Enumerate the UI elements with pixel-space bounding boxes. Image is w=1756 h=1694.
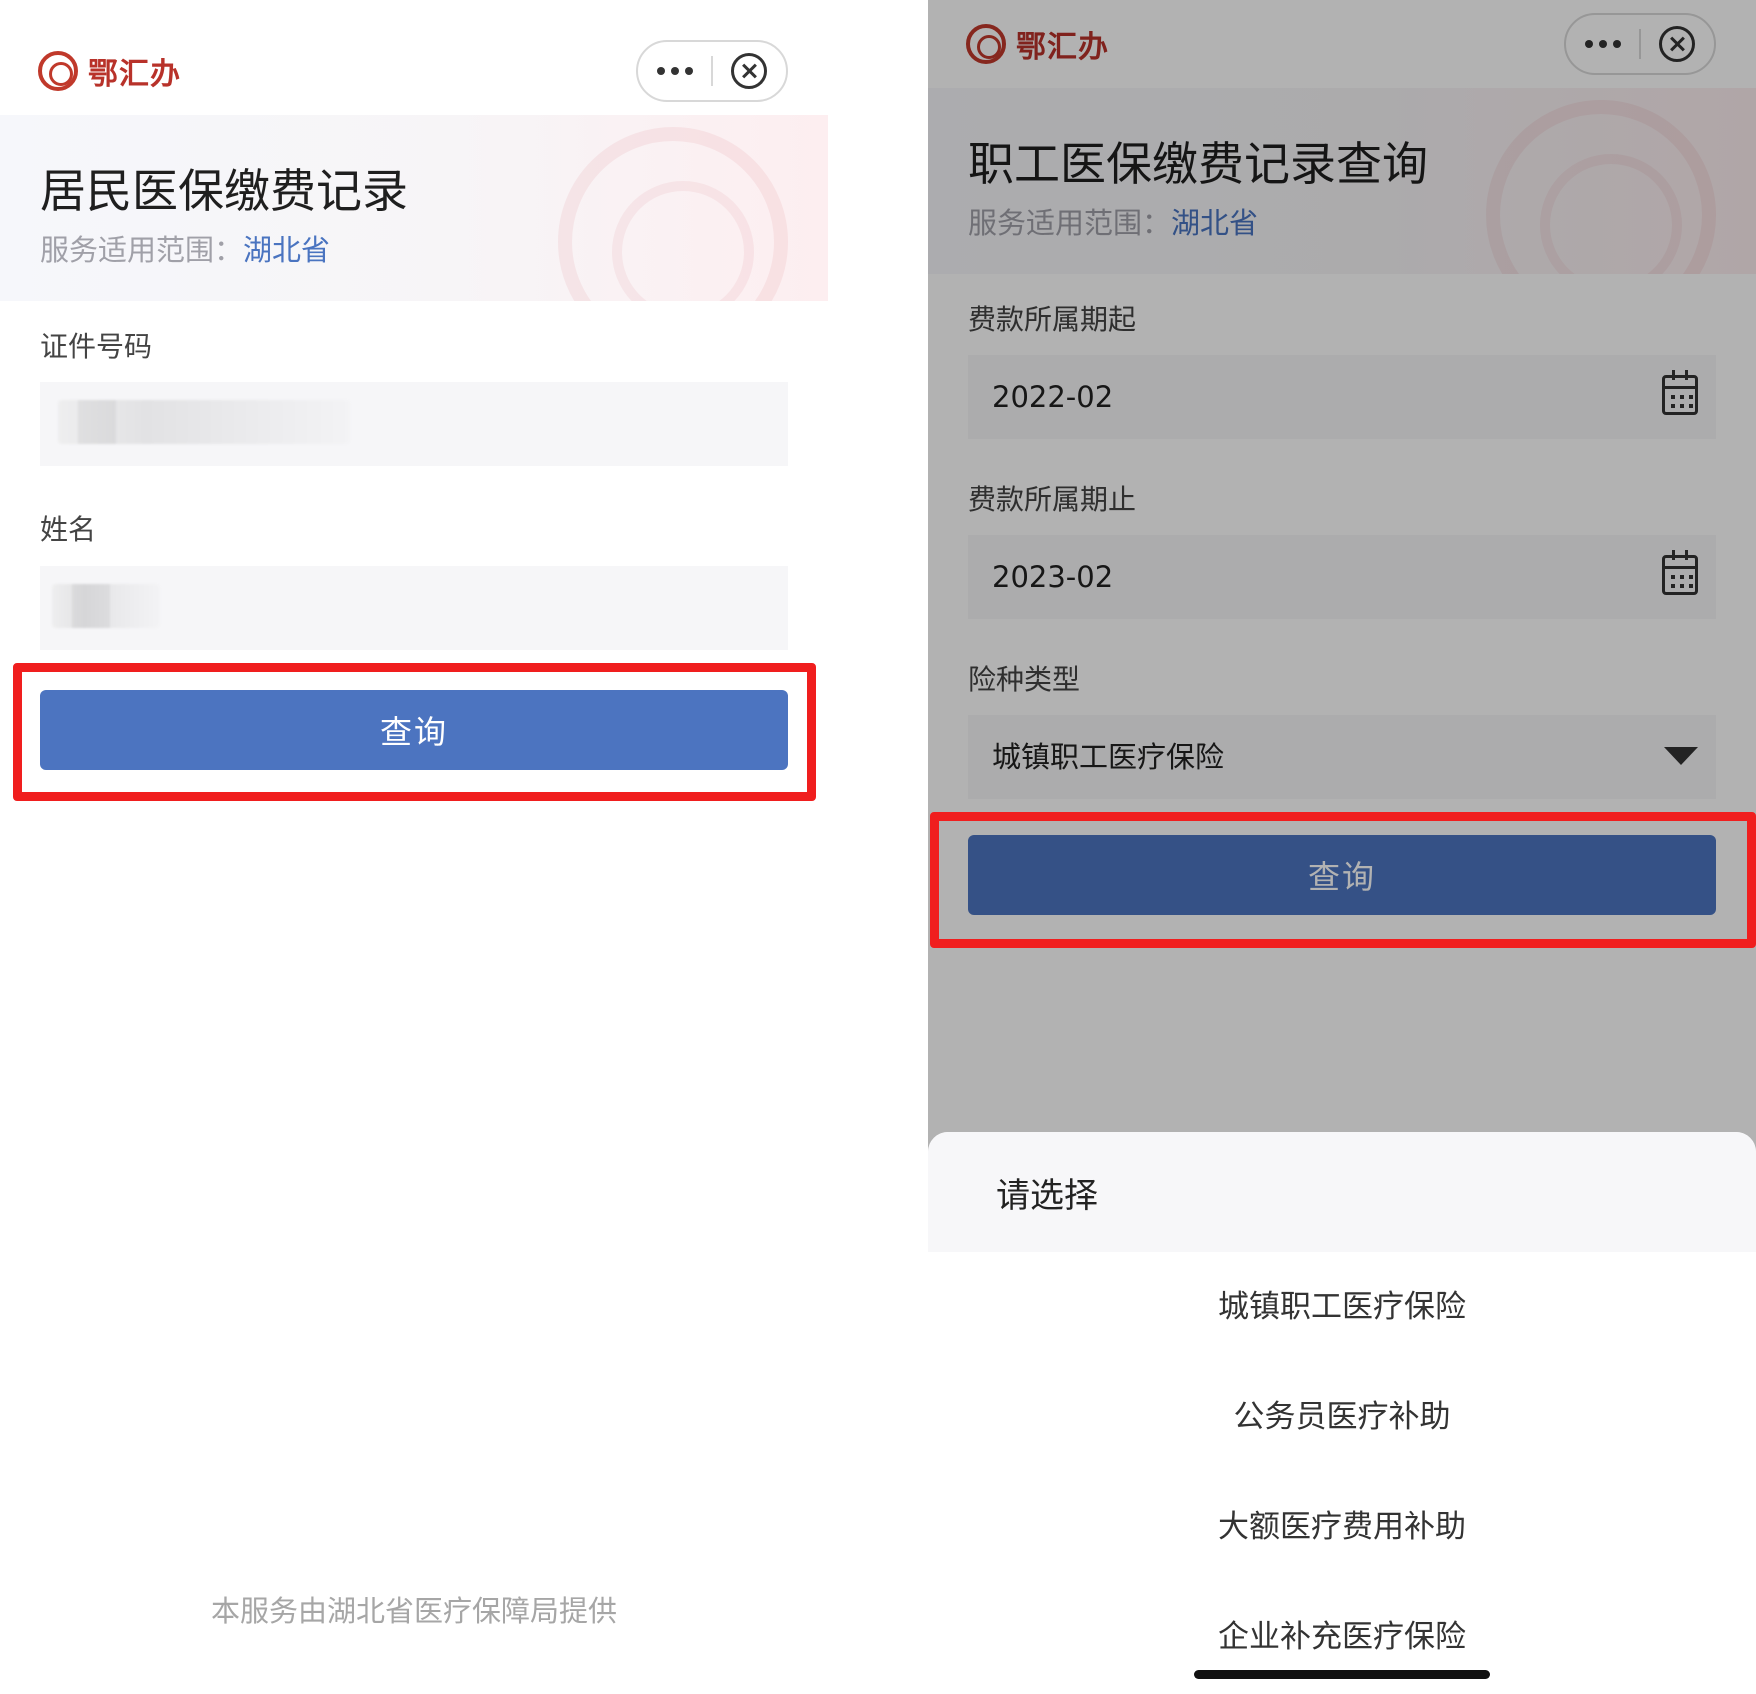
home-indicator[interactable]	[1194, 1670, 1490, 1679]
title-banner: 居民医保缴费记录 服务适用范围：湖北省	[0, 115, 828, 301]
name-input[interactable]	[40, 566, 788, 650]
scope-value: 湖北省	[243, 233, 331, 267]
name-label: 姓名	[40, 513, 97, 546]
more-button[interactable]	[638, 42, 711, 100]
id-number-input[interactable]	[40, 382, 788, 466]
app-logo: 鄂汇办	[38, 48, 181, 94]
employee-query-screen: 鄂汇办 职工医保缴费记录查询 服务适用范围：湖北省 费款所属期起 2022-02…	[928, 0, 1756, 1694]
close-circle-icon	[731, 53, 768, 89]
picker-sheet: 请选择 城镇职工医疗保险 公务员医疗补助 大额医疗费用补助 企业补充医疗保险	[928, 1132, 1756, 1694]
picker-option[interactable]: 公务员医疗补助	[928, 1362, 1756, 1472]
redacted-name-value	[52, 584, 160, 628]
service-scope: 服务适用范围：湖北省	[40, 227, 330, 269]
app-name: 鄂汇办	[88, 57, 181, 92]
mini-program-capsule	[636, 40, 788, 102]
seal-watermark-icon	[558, 127, 788, 301]
picker-option[interactable]: 城镇职工医疗保险	[928, 1252, 1756, 1362]
top-bar: 鄂汇办	[0, 0, 828, 115]
picker-header: 请选择	[928, 1132, 1756, 1252]
scope-label: 服务适用范围：	[40, 233, 244, 267]
logo-seal-icon	[38, 51, 78, 91]
picker-option[interactable]: 大额医疗费用补助	[928, 1472, 1756, 1582]
resident-query-screen: 鄂汇办 居民医保缴费记录 服务适用范围：湖北省 证件号码 姓名 查询 本服务由湖…	[0, 0, 828, 1694]
query-button[interactable]: 查询	[40, 690, 788, 770]
redacted-id-value	[58, 400, 350, 444]
page-title: 居民医保缴费记录	[40, 164, 408, 218]
close-button[interactable]	[713, 42, 786, 100]
more-dots-icon	[656, 67, 693, 75]
id-number-label: 证件号码	[40, 330, 153, 363]
provider-footer: 本服务由湖北省医疗保障局提供	[210, 1594, 617, 1628]
picker-title: 请选择	[996, 1176, 1098, 1216]
